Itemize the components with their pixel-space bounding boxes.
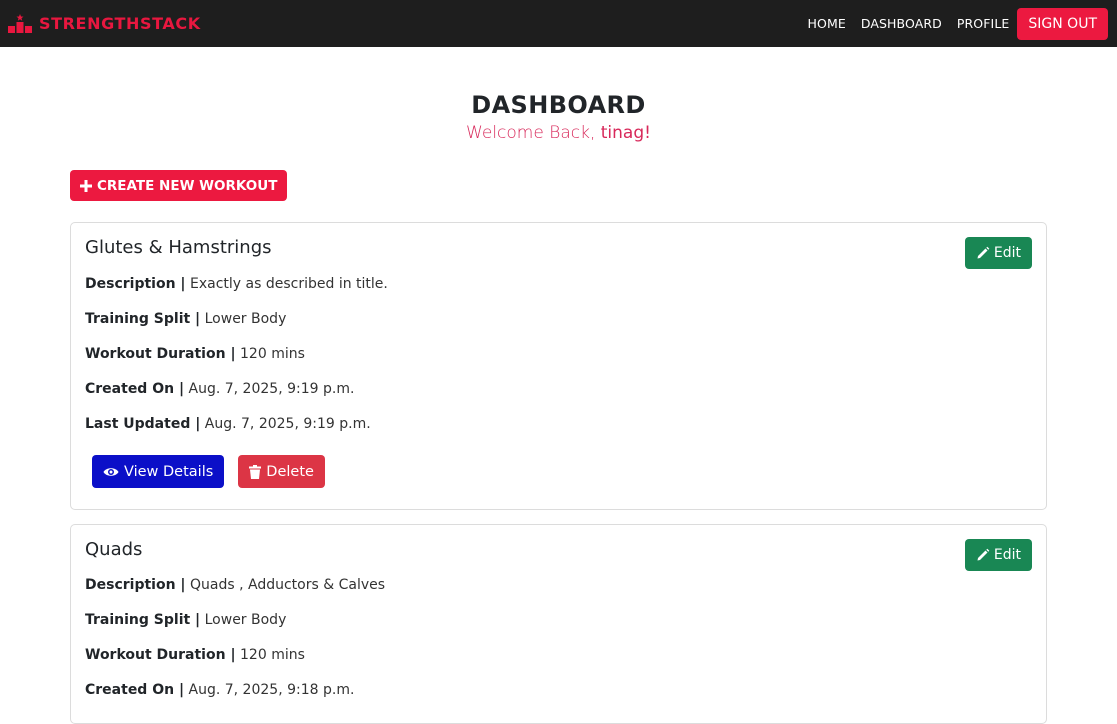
field-value: 120 mins [240, 346, 305, 362]
edit-label: Edit [993, 547, 1021, 563]
field-label: Workout Duration | [85, 346, 236, 362]
field-label: Description | [85, 577, 186, 593]
brand-name: STRENGTHSTACK [39, 14, 201, 33]
podium-icon [8, 14, 32, 33]
field-workout-duration: Workout Duration | 120 mins [85, 647, 305, 663]
field-label: Description | [85, 276, 186, 292]
page-title: DASHBOARD [471, 91, 646, 119]
sign-out-button[interactable]: SIGN OUT [1017, 7, 1108, 40]
brand[interactable]: STRENGTHSTACK [8, 14, 201, 33]
welcome-prefix: Welcome Back, [466, 123, 596, 143]
delete-label: Delete [266, 463, 314, 480]
pencil-icon [976, 548, 990, 562]
view-details-button[interactable]: View Details [92, 455, 225, 488]
field-training-split: Training Split | Lower Body [85, 311, 286, 327]
field-value: Exactly as described in title. [190, 276, 388, 292]
create-workout-button[interactable]: CREATE NEW WORKOUT [70, 170, 288, 201]
pencil-icon [976, 246, 990, 260]
nav-profile-link[interactable]: PROFILE [957, 16, 1010, 31]
field-label: Last Updated | [85, 416, 201, 432]
delete-workout-button[interactable]: Delete [238, 455, 325, 488]
edit-label: Edit [993, 245, 1021, 261]
view-details-label: View Details [124, 463, 214, 480]
create-workout-label: CREATE NEW WORKOUT [97, 177, 278, 194]
welcome-username: tinag! [600, 123, 651, 143]
workout-title: Quads [85, 539, 143, 560]
eye-icon [103, 466, 119, 478]
field-description: Description | Exactly as described in ti… [85, 276, 388, 292]
workout-actions: View Details Delete [92, 455, 325, 488]
field-value: 120 mins [240, 647, 305, 663]
field-description: Description | Quads , Adductors & Calves [85, 577, 385, 593]
edit-workout-button[interactable]: Edit [964, 539, 1032, 571]
field-training-split: Training Split | Lower Body [85, 612, 286, 628]
field-value: Aug. 7, 2025, 9:19 p.m. [204, 416, 371, 432]
workout-card: Glutes & Hamstrings Edit Description | E… [70, 222, 1047, 510]
top-navbar: STRENGTHSTACK HOME DASHBOARD PROFILE SIG… [0, 0, 1117, 47]
trash-icon [249, 464, 262, 479]
welcome-message: Welcome Back, tinag! [0, 123, 1117, 143]
field-created-on: Created On | Aug. 7, 2025, 9:18 p.m. [85, 682, 354, 698]
field-last-updated: Last Updated | Aug. 7, 2025, 9:19 p.m. [85, 416, 371, 432]
workout-card: Quads Edit Description | Quads , Adducto… [70, 524, 1047, 724]
field-label: Workout Duration | [85, 647, 236, 663]
nav-home-link[interactable]: HOME [808, 16, 846, 31]
field-workout-duration: Workout Duration | 120 mins [85, 346, 305, 362]
field-value: Lower Body [204, 612, 287, 628]
field-label: Training Split | [85, 311, 201, 327]
field-label: Created On | [85, 682, 185, 698]
nav-dashboard-link[interactable]: DASHBOARD [861, 16, 942, 31]
field-label: Created On | [85, 381, 185, 397]
field-label: Training Split | [85, 612, 201, 628]
field-value: Aug. 7, 2025, 9:18 p.m. [188, 682, 355, 698]
plus-icon [80, 179, 92, 192]
field-value: Lower Body [204, 311, 287, 327]
workout-title: Glutes & Hamstrings [85, 237, 272, 258]
nav-links: HOME DASHBOARD PROFILE SIGN OUT [793, 7, 1108, 40]
edit-workout-button[interactable]: Edit [964, 237, 1032, 269]
field-value: Quads , Adductors & Calves [190, 577, 386, 593]
field-created-on: Created On | Aug. 7, 2025, 9:19 p.m. [85, 381, 354, 397]
field-value: Aug. 7, 2025, 9:19 p.m. [188, 381, 355, 397]
